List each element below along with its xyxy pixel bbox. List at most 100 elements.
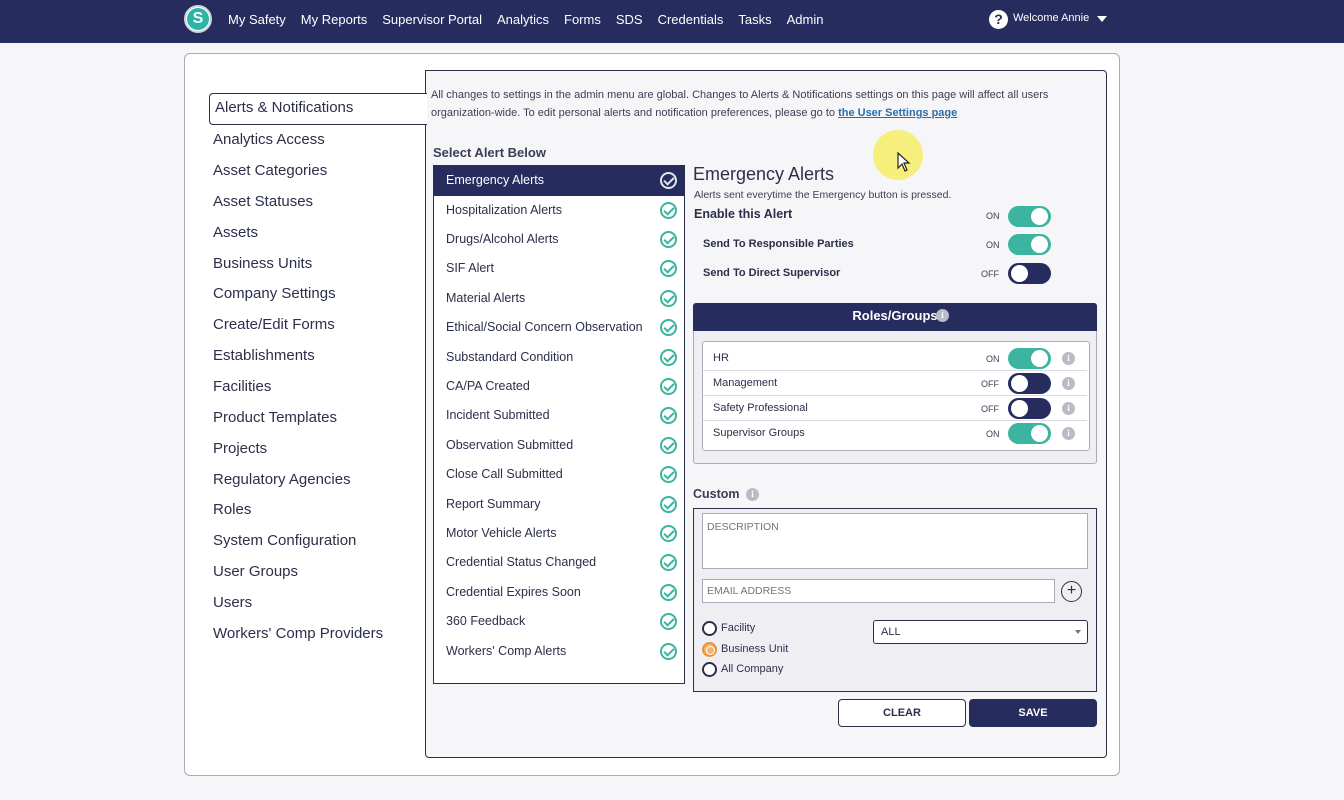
responsible-parties-label: Send To Responsible Parties <box>703 238 854 250</box>
alert-item-360-feedback[interactable]: 360 Feedback <box>434 607 684 637</box>
description-field[interactable] <box>702 513 1088 569</box>
nav-link-tasks[interactable]: Tasks <box>738 12 771 27</box>
alert-item-observation-submitted[interactable]: Observation Submitted <box>434 431 684 461</box>
alert-label: Hospitalization Alerts <box>446 203 563 217</box>
top-nav: S My Safety My Reports Supervisor Portal… <box>0 0 1344 43</box>
alert-item-close-call-submitted[interactable]: Close Call Submitted <box>434 460 684 490</box>
alert-detail-title: Emergency Alerts <box>693 164 835 184</box>
clear-button[interactable]: CLEAR <box>838 699 966 727</box>
menu-item-business-units[interactable]: Business Units <box>213 255 312 272</box>
menu-item-create-edit-forms[interactable]: Create/Edit Forms <box>213 316 335 333</box>
menu-item-user-groups[interactable]: User Groups <box>213 563 298 580</box>
menu-item-company-settings[interactable]: Company Settings <box>213 285 336 302</box>
alert-item-motor-vehicle[interactable]: Motor Vehicle Alerts <box>434 519 684 549</box>
scope-label-all-company: All Company <box>721 663 784 675</box>
alert-item-ethical-social[interactable]: Ethical/Social Concern Observation <box>434 313 684 343</box>
check-circle-icon <box>660 466 677 483</box>
user-settings-link[interactable]: the User Settings page <box>838 107 957 119</box>
nav-link-my-safety[interactable]: My Safety <box>228 12 286 27</box>
check-circle-icon <box>660 584 677 601</box>
alert-item-credential-status-changed[interactable]: Credential Status Changed <box>434 548 684 578</box>
role-state-management: OFF <box>981 379 999 389</box>
alert-label: Emergency Alerts <box>446 173 544 187</box>
alert-item-credential-expires-soon[interactable]: Credential Expires Soon <box>434 578 684 608</box>
direct-supervisor-toggle[interactable] <box>1008 263 1051 284</box>
check-circle-icon <box>660 525 677 542</box>
menu-item-projects[interactable]: Projects <box>213 440 267 457</box>
alert-item-workers-comp[interactable]: Workers' Comp Alerts <box>434 637 684 667</box>
alert-item-drugs-alcohol[interactable]: Drugs/Alcohol Alerts <box>434 225 684 255</box>
role-toggle-supervisor-groups[interactable] <box>1008 423 1051 444</box>
custom-heading: Custom <box>693 487 740 501</box>
nav-link-analytics[interactable]: Analytics <box>497 12 549 27</box>
menu-item-facilities[interactable]: Facilities <box>213 378 271 395</box>
alert-item-capa-created[interactable]: CA/PA Created <box>434 372 684 402</box>
scope-radio-all-company[interactable] <box>702 662 717 677</box>
nav-link-supervisor-portal[interactable]: Supervisor Portal <box>382 12 482 27</box>
mouse-cursor-icon <box>897 152 911 172</box>
menu-item-asset-categories[interactable]: Asset Categories <box>213 162 327 179</box>
menu-item-workers-comp-providers[interactable]: Workers' Comp Providers <box>213 625 383 642</box>
app-logo[interactable]: S <box>184 5 212 33</box>
scope-select[interactable]: ALL <box>873 620 1088 644</box>
enable-alert-toggle[interactable] <box>1008 206 1051 227</box>
check-circle-icon <box>660 613 677 630</box>
info-icon[interactable]: i <box>1062 352 1075 365</box>
direct-supervisor-state: OFF <box>981 269 999 279</box>
check-circle-icon <box>660 437 677 454</box>
info-icon[interactable]: i <box>746 488 759 501</box>
menu-item-asset-statuses[interactable]: Asset Statuses <box>213 193 313 210</box>
toggle-knob <box>1011 375 1028 392</box>
alert-item-incident-submitted[interactable]: Incident Submitted <box>434 401 684 431</box>
chevron-down-icon <box>1075 630 1081 634</box>
menu-item-analytics-access[interactable]: Analytics Access <box>213 131 325 148</box>
alert-label: Workers' Comp Alerts <box>446 644 567 658</box>
alert-item-substandard-condition[interactable]: Substandard Condition <box>434 343 684 373</box>
check-circle-icon <box>660 290 677 307</box>
responsible-parties-toggle[interactable] <box>1008 234 1051 255</box>
menu-item-establishments[interactable]: Establishments <box>213 347 315 364</box>
nav-link-forms[interactable]: Forms <box>564 12 601 27</box>
menu-item-alerts-notifications[interactable]: Alerts & Notifications <box>209 93 427 125</box>
role-toggle-hr[interactable] <box>1008 348 1051 369</box>
menu-item-system-configuration[interactable]: System Configuration <box>213 532 356 549</box>
alert-item-emergency[interactable]: Emergency Alerts <box>434 166 684 196</box>
email-address-field[interactable] <box>702 579 1055 603</box>
scope-radio-facility[interactable] <box>702 621 717 636</box>
enable-alert-label: Enable this Alert <box>694 207 793 221</box>
nav-link-sds[interactable]: SDS <box>616 12 643 27</box>
welcome-user-menu[interactable]: Welcome Annie <box>1013 12 1089 24</box>
alert-list: Emergency Alerts Hospitalization Alerts … <box>433 165 685 684</box>
nav-link-my-reports[interactable]: My Reports <box>301 12 367 27</box>
help-icon[interactable]: ? <box>989 10 1008 29</box>
alert-item-report-summary[interactable]: Report Summary <box>434 490 684 520</box>
role-toggle-safety-professional[interactable] <box>1008 398 1051 419</box>
menu-item-regulatory-agencies[interactable]: Regulatory Agencies <box>213 471 351 488</box>
menu-item-users[interactable]: Users <box>213 594 252 611</box>
info-icon[interactable]: i <box>1062 427 1075 440</box>
toggle-knob <box>1031 208 1048 225</box>
info-icon[interactable]: i <box>936 309 949 322</box>
alert-item-material[interactable]: Material Alerts <box>434 284 684 314</box>
add-email-plus-icon[interactable]: + <box>1061 581 1082 602</box>
menu-item-roles[interactable]: Roles <box>213 501 251 518</box>
role-toggle-management[interactable] <box>1008 373 1051 394</box>
menu-item-product-templates[interactable]: Product Templates <box>213 409 337 426</box>
nav-link-credentials[interactable]: Credentials <box>658 12 724 27</box>
menu-item-assets[interactable]: Assets <box>213 224 258 241</box>
roles-groups-title: Roles/Groups <box>852 308 938 323</box>
save-button[interactable]: SAVE <box>969 699 1097 727</box>
nav-link-admin[interactable]: Admin <box>787 12 824 27</box>
role-name: Safety Professional <box>713 402 808 414</box>
info-icon[interactable]: i <box>1062 377 1075 390</box>
check-circle-icon <box>660 260 677 277</box>
alert-item-hospitalization[interactable]: Hospitalization Alerts <box>434 196 684 226</box>
alert-label: 360 Feedback <box>446 614 526 628</box>
scope-radio-business-unit[interactable] <box>702 642 717 657</box>
scope-select-value: ALL <box>881 626 901 638</box>
alert-label: CA/PA Created <box>446 379 530 393</box>
chevron-down-icon[interactable] <box>1097 16 1107 22</box>
alert-item-sif[interactable]: SIF Alert <box>434 254 684 284</box>
nav-links: My Safety My Reports Supervisor Portal A… <box>228 0 838 38</box>
info-icon[interactable]: i <box>1062 402 1075 415</box>
